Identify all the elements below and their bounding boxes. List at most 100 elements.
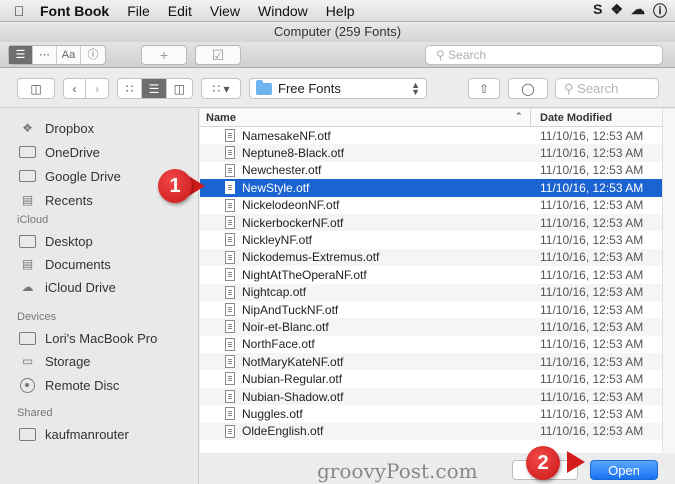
menu-edit[interactable]: Edit [159,3,201,19]
file-row[interactable]: Nubian-Regular.otf 11/10/16, 12:53 AM [200,370,662,387]
font-file-icon [225,389,235,403]
file-name: Nickodemus-Extremus.otf [242,250,380,265]
forward-button[interactable]: › [86,79,108,98]
menu-help[interactable]: Help [317,3,364,19]
font-file-icon [225,424,235,438]
menu-view[interactable]: View [201,3,249,19]
font-file-icon [225,233,235,247]
file-row[interactable]: Nickodemus-Extremus.otf 11/10/16, 12:53 A… [200,248,662,267]
share-button[interactable]: ⇧ [468,78,500,99]
s-status-icon[interactable]: S [593,1,602,21]
file-date: 11/10/16, 12:53 AM [540,198,644,213]
dialog-search-input[interactable]: ⚲ Search [555,78,659,99]
sidebar-item-label: Remote Disc [45,377,120,393]
recents-icon: ▤ [21,193,34,207]
file-row[interactable]: Nuggles.otf 11/10/16, 12:53 AM [200,405,662,422]
icon-view-icon[interactable]: ∷ [118,79,143,98]
file-name: Nubian-Shadow.otf [242,389,344,404]
file-row[interactable]: NamesakeNF.otf 11/10/16, 12:53 AM [200,127,662,144]
sidebar-item-documents[interactable]: ▤ Documents [19,254,111,274]
menu-bar:  Font Book File Edit View Window Help S… [0,0,675,22]
location-popup[interactable]: Free Fonts ▲ ▼ [249,78,427,99]
back-button[interactable]: ‹ [64,79,87,98]
info-view-icon[interactable]: ⓘ [81,46,105,64]
cloud-status-icon[interactable]: ☁ [631,1,645,21]
file-date: 11/10/16, 12:53 AM [540,163,644,178]
file-name: Neptune8-Black.otf [242,146,345,161]
column-header-date[interactable]: Date Modified [530,109,612,127]
apple-menu-icon[interactable]:  [8,3,30,19]
sidebar-item-desktop[interactable]: Desktop [19,231,93,251]
file-row[interactable]: NotMaryKateNF.otf 11/10/16, 12:53 AM [200,353,662,371]
list-view-icon[interactable]: ☰ [142,79,167,98]
column-header-name[interactable]: Name [206,112,236,124]
file-row[interactable]: Nightcap.otf 11/10/16, 12:53 AM [200,283,662,301]
location-label: Free Fonts [278,81,341,96]
sidebar-item-storage[interactable]: ▭ Storage [19,351,91,371]
sidebar-item-macbook[interactable]: Lori's MacBook Pro [19,328,157,348]
font-file-icon [225,285,235,299]
sidebar-item-kaufmanrouter[interactable]: kaufmanrouter [19,424,129,444]
laptop-icon [19,331,36,345]
sidebar-item-dropbox[interactable]: ❖ Dropbox [19,118,94,138]
file-row[interactable]: NickleyNF.otf 11/10/16, 12:53 AM [200,231,662,248]
file-date: 11/10/16, 12:53 AM [540,128,644,143]
network-computer-icon [19,427,36,441]
file-date: 11/10/16, 12:53 AM [540,180,644,195]
sidebar-icon: ◫ [30,81,42,96]
documents-icon: ▤ [21,257,34,271]
file-row[interactable]: NickelodeonNF.otf 11/10/16, 12:53 AM [200,197,662,214]
nav-buttons: ‹ › [63,78,109,99]
open-button[interactable]: Open [590,460,658,480]
file-row[interactable]: Noir-et-Blanc.otf 11/10/16, 12:53 AM [200,318,662,336]
file-row[interactable]: NewStyle.otf 11/10/16, 12:53 AM [200,179,662,197]
file-row[interactable]: NickerbockerNF.otf 11/10/16, 12:53 AM [200,213,662,232]
disk-icon: ▭ [21,354,34,368]
updown-chevron-icon: ▲ ▼ [411,79,420,97]
file-date: 11/10/16, 12:53 AM [540,406,644,421]
sample-view-icon[interactable]: Aa [57,46,81,64]
font-file-icon [225,372,235,386]
file-row[interactable]: Neptune8-Black.otf 11/10/16, 12:53 AM [200,144,662,162]
dropbox-status-icon[interactable]: ❖ [610,1,623,21]
file-row[interactable]: Newchester.otf 11/10/16, 12:53 AM [200,162,662,179]
sidebar-item-label: Google Drive [45,168,121,184]
folder-icon [19,169,36,183]
file-row[interactable]: NorthFace.otf 11/10/16, 12:53 AM [200,336,662,353]
file-date: 11/10/16, 12:53 AM [540,233,644,248]
sidebar-item-google-drive[interactable]: Google Drive [19,166,121,186]
vertical-scrollbar[interactable] [662,109,675,453]
sidebar-item-label: Desktop [45,233,93,249]
plus-icon: + [159,47,169,63]
menu-app[interactable]: Font Book [30,3,118,19]
sidebar-toggle-button[interactable]: ◫ [17,78,55,99]
file-date: 11/10/16, 12:53 AM [540,267,644,282]
sidebar-item-label: OneDrive [45,144,100,160]
file-row[interactable]: Nubian-Shadow.otf 11/10/16, 12:53 AM [200,387,662,406]
dialog-toolbar: ◫ ‹ › ∷ ☰ ◫ ∷ ▾ Free Fonts ▲ ▼ ⇧ ◯ ⚲ Sear… [0,68,675,108]
sidebar-header-shared: Shared [17,407,53,419]
file-row[interactable]: OldeEnglish.otf 11/10/16, 12:53 AM [200,422,662,441]
info-status-icon[interactable]: ⓘ [653,1,667,21]
sidebar-item-icloud-drive[interactable]: ☁ iCloud Drive [19,277,116,297]
menu-file[interactable]: File [118,3,159,19]
file-name: Noir-et-Blanc.otf [242,319,329,334]
sidebar-item-onedrive[interactable]: OneDrive [19,142,100,162]
file-row[interactable]: NipAndTuckNF.otf 11/10/16, 12:53 AM [200,301,662,318]
grid-view-icon[interactable]: ⋯ [33,46,57,64]
file-list: Name ⌃ Date Modified NamesakeNF.otf 11/10… [200,109,662,453]
arrange-button[interactable]: ∷ ▾ [201,78,241,99]
column-view-icon[interactable]: ◫ [167,79,192,98]
sidebar-item-remote-disc[interactable]: Remote Disc [19,375,119,395]
list-view-icon[interactable]: ☰ [9,46,33,64]
font-file-icon [225,129,235,142]
fontbook-search-input[interactable]: ⚲ Search [425,45,663,65]
file-row[interactable]: NightAtTheOperaNF.otf 11/10/16, 12:53 AM [200,266,662,283]
add-font-button[interactable]: + [141,45,187,65]
menu-window[interactable]: Window [249,3,317,19]
file-date: 11/10/16, 12:53 AM [540,372,644,387]
tags-button[interactable]: ◯ [508,78,548,99]
font-file-icon [225,407,235,421]
validate-font-button[interactable]: ☑ [195,45,241,65]
sidebar-item-recents[interactable]: ▤ Recents [19,190,93,210]
